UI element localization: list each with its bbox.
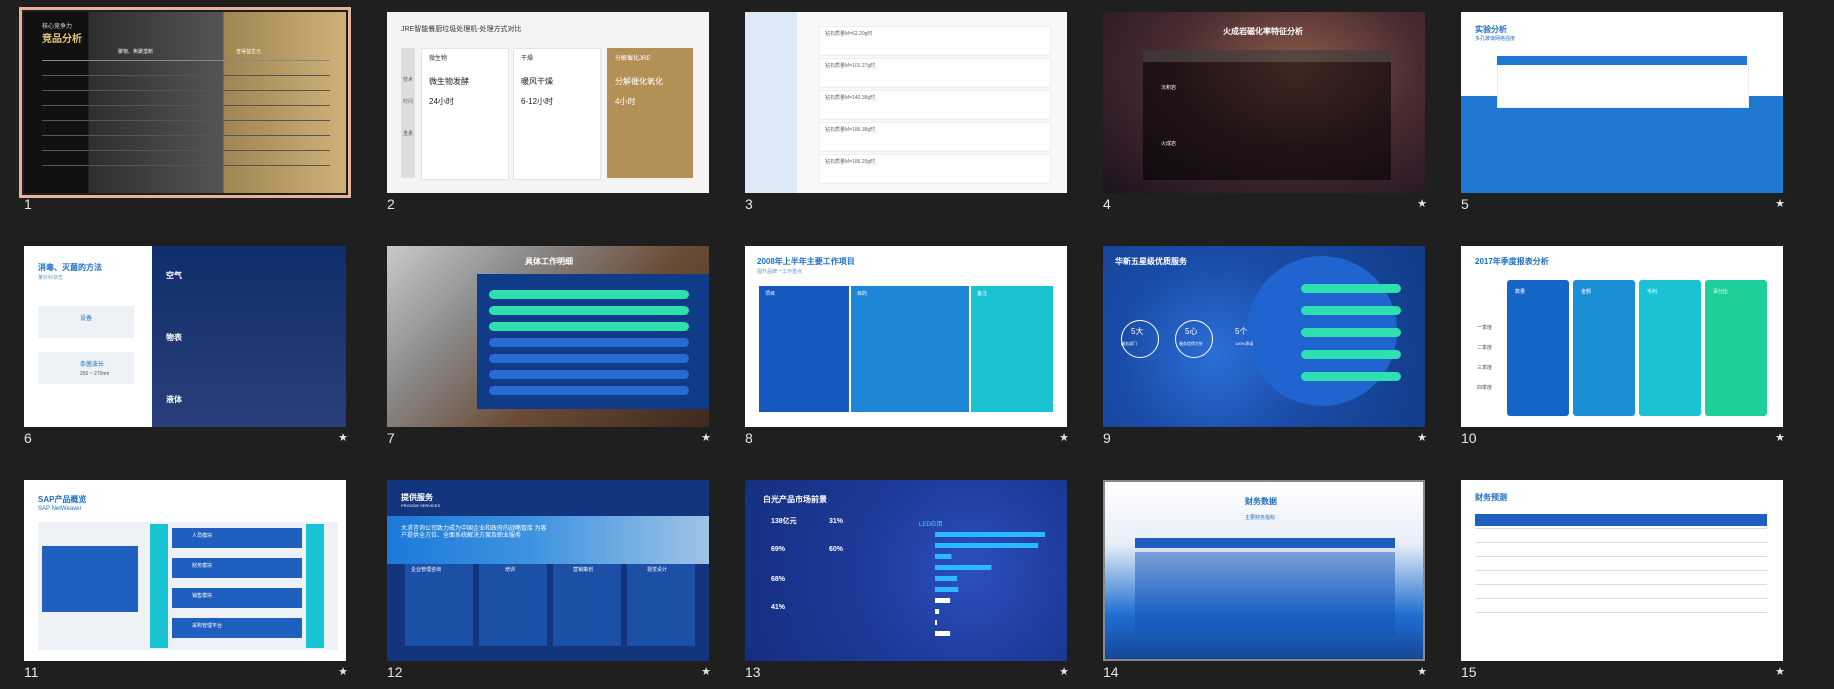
slide-13-canvas: 白光产品市场前景 138亿元 31% 69% 60% 68% 41% LED应用 [745, 480, 1067, 661]
led-bar [935, 620, 937, 625]
slide-10-canvas: 2017年季度报表分析 数量 金额 毛利 百分比 一季度 二季度 三季度 四季度 [1461, 246, 1783, 427]
slide-thumbnail-3[interactable]: 钻石质量M=62.20g时 钻石质量M=101.27g时 钻石质量M=140.3… [745, 12, 1067, 212]
slide-3-canvas: 钻石质量M=62.20g时 钻石质量M=101.27g时 钻石质量M=140.3… [745, 12, 1067, 193]
animation-star-icon: ★ [1417, 198, 1427, 210]
led-bar [935, 532, 1045, 537]
slide-number: 12 [387, 664, 403, 680]
slide-1-col1: 聚物、焦聚垄断 [118, 49, 154, 55]
slide-number: 1 [24, 196, 32, 212]
slide-thumbnail-15[interactable]: 财务预测 15 ★ [1461, 480, 1785, 680]
led-bar [935, 587, 959, 592]
slide-number: 13 [745, 664, 761, 680]
led-bar [935, 631, 951, 636]
led-bar-chart [935, 532, 1045, 636]
slide-number: 4 [1103, 196, 1111, 212]
slide-number: 9 [1103, 430, 1111, 446]
animation-star-icon: ★ [1775, 432, 1785, 444]
slide-number: 15 [1461, 664, 1477, 680]
slide-number: 7 [387, 430, 395, 446]
slide-thumbnail-11[interactable]: SAP产品概览 SAP NetWeaver 人员模块 财务模块 销售模块 采购管… [24, 480, 348, 680]
led-bar [935, 598, 951, 603]
animation-star-icon: ★ [338, 666, 348, 678]
animation-star-icon: ★ [1775, 198, 1785, 210]
animation-star-icon: ★ [1775, 666, 1785, 678]
slide-1-kicker: 核心竞争力 [42, 24, 73, 30]
slide-number: 3 [745, 196, 753, 212]
animation-star-icon: ★ [338, 432, 348, 444]
animation-star-icon: ★ [1417, 432, 1427, 444]
led-bar [935, 565, 992, 570]
slide-thumbnail-8[interactable]: 2008年上半年主要工作项目 提升品牌一工作重点 项目 目的 备注 8 ★ [745, 246, 1069, 446]
led-bar [935, 554, 952, 559]
led-bar [935, 576, 957, 581]
led-bar [935, 609, 940, 614]
slide-thumbnail-6[interactable]: 消毒、灭菌的方法 某外科杂志 设备 条菌波长 250 ~ 270nm 空气 物表… [24, 246, 348, 446]
animation-star-icon: ★ [701, 432, 711, 444]
slide-1-canvas: 核心竞争力 竞品分析 聚物、焦聚垄断 查得益生元 [19, 7, 351, 198]
slide-number: 5 [1461, 196, 1469, 212]
slide-14-canvas: 财务数据 主要财务指标 [1103, 480, 1425, 661]
slide-number: 2 [387, 196, 395, 212]
slide-15-canvas: 财务预测 [1461, 480, 1783, 661]
slide-thumbnail-1[interactable]: 核心竞争力 竞品分析 聚物、焦聚垄断 查得益生元 1 [19, 7, 351, 212]
slide-11-canvas: SAP产品概览 SAP NetWeaver 人员模块 财务模块 销售模块 采购管… [24, 480, 346, 661]
slide-12-canvas: 提供服务 PROVIDE SERVICES 大求咨询公司致力成为中国企业和政府的… [387, 480, 709, 661]
slide-thumbnail-12[interactable]: 提供服务 PROVIDE SERVICES 大求咨询公司致力成为中国企业和政府的… [387, 480, 711, 680]
slide-7-canvas: 具体工作明细 [387, 246, 709, 427]
slide-1-col2: 查得益生元 [236, 49, 262, 55]
slide-number: 14 [1103, 664, 1119, 680]
slide-thumbnail-9[interactable]: 华新五星级优质服务 5大 5心 5个 服务部门 服务信得方针 100%承诺 9 … [1103, 246, 1427, 446]
slide-thumbnail-14[interactable]: 财务数据 主要财务指标 14 ★ [1103, 480, 1427, 680]
slide-8-canvas: 2008年上半年主要工作项目 提升品牌一工作重点 项目 目的 备注 [745, 246, 1067, 427]
animation-star-icon: ★ [1059, 666, 1069, 678]
slide-number: 11 [24, 664, 39, 680]
slide-6-canvas: 消毒、灭菌的方法 某外科杂志 设备 条菌波长 250 ~ 270nm 空气 物表… [24, 246, 346, 427]
slide-4-canvas: 火成岩磁化率特征分析 沉积岩 火成岩 [1103, 12, 1425, 193]
slide-thumbnail-2[interactable]: JRE智能餐厨垃圾处理机-处理方式对比 技术 时间 重量 微生物 干燥 分解催化… [387, 12, 709, 212]
slide-thumbnail-10[interactable]: 2017年季度报表分析 数量 金额 毛利 百分比 一季度 二季度 三季度 四季度… [1461, 246, 1785, 446]
animation-star-icon: ★ [701, 666, 711, 678]
slide-2-canvas: JRE智能餐厨垃圾处理机-处理方式对比 技术 时间 重量 微生物 干燥 分解催化… [387, 12, 709, 193]
slide-1-title: 竞品分析 [42, 34, 82, 45]
slide-thumbnail-5[interactable]: 实验分析 多孔玻璃网络强度 5 ★ [1461, 12, 1785, 212]
slide-2-title: JRE智能餐厨垃圾处理机-处理方式对比 [401, 26, 522, 33]
animation-star-icon: ★ [1059, 432, 1069, 444]
animation-star-icon: ★ [1417, 666, 1427, 678]
slide-number: 8 [745, 430, 753, 446]
slide-thumbnail-4[interactable]: 火成岩磁化率特征分析 沉积岩 火成岩 4 ★ [1103, 12, 1427, 212]
led-bar [935, 543, 1039, 548]
slide-5-canvas: 实验分析 多孔玻璃网络强度 [1461, 12, 1783, 193]
slide-9-canvas: 华新五星级优质服务 5大 5心 5个 服务部门 服务信得方针 100%承诺 [1103, 246, 1425, 427]
slide-thumbnail-7[interactable]: 具体工作明细 7 ★ [387, 246, 711, 446]
slide-number: 6 [24, 430, 32, 446]
slide-thumbnail-13[interactable]: 白光产品市场前景 138亿元 31% 69% 60% 68% 41% LED应用… [745, 480, 1069, 680]
slide-number: 10 [1461, 430, 1477, 446]
